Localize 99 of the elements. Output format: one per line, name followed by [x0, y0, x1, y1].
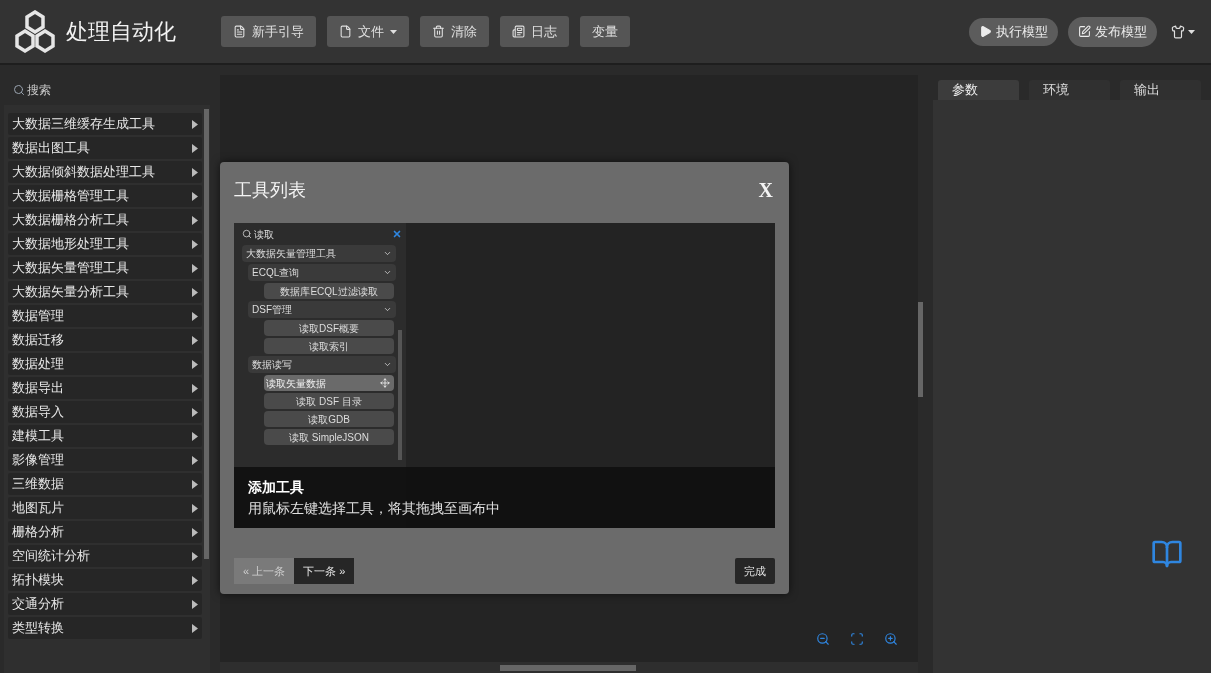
tool-category[interactable]: ECQL查询 — [248, 264, 396, 281]
category-item[interactable]: 栅格分析 — [8, 521, 202, 543]
caret-icon — [383, 249, 392, 258]
category-item[interactable]: 空间统计分析 — [8, 545, 202, 567]
action-button[interactable]: 发布模型 — [1068, 16, 1157, 47]
category-item[interactable]: 大数据矢量分析工具 — [8, 281, 202, 303]
caret-icon — [383, 305, 392, 314]
toolbar-button[interactable]: 日志 — [500, 16, 569, 47]
expand-arrow-icon — [192, 503, 198, 513]
expand-arrow-icon — [192, 287, 198, 297]
splitter-handle[interactable] — [918, 301, 923, 397]
document-icon — [233, 25, 246, 38]
expand-arrow-icon — [192, 551, 198, 561]
expand-arrow-icon — [192, 359, 198, 369]
expand-arrow-icon — [192, 215, 198, 225]
caret-icon — [383, 268, 392, 277]
log-icon — [512, 25, 525, 38]
category-item[interactable]: 地图瓦片 — [8, 497, 202, 519]
expand-arrow-icon — [192, 263, 198, 273]
toolbar-button[interactable]: 文件 — [327, 16, 409, 47]
caption-text: 用鼠标左键选择工具，将其拖拽至画布中 — [248, 498, 501, 518]
tool-item[interactable]: 读取索引 — [264, 338, 394, 354]
category-item[interactable]: 数据迁移 — [8, 329, 202, 351]
expand-arrow-icon — [192, 167, 198, 177]
tool-category[interactable]: DSF管理 — [248, 301, 396, 318]
tool-item[interactable]: 读取GDB — [264, 411, 394, 427]
trash-icon — [432, 25, 445, 38]
tool-item[interactable]: 读取 DSF 目录 — [264, 393, 394, 409]
expand-arrow-icon — [192, 479, 198, 489]
expand-arrow-icon — [192, 527, 198, 537]
category-item[interactable]: 大数据三维缓存生成工具 — [8, 113, 202, 135]
expand-arrow-icon — [192, 383, 198, 393]
action-button[interactable]: 执行模型 — [969, 17, 1058, 46]
clear-icon[interactable] — [392, 229, 402, 239]
category-item[interactable]: 建模工具 — [8, 425, 202, 447]
fit-view-icon[interactable] — [850, 632, 864, 646]
tool-item[interactable]: 数据库ECQL过滤读取 — [264, 283, 394, 299]
category-item[interactable]: 数据处理 — [8, 353, 202, 375]
caret-icon — [1188, 29, 1195, 34]
expand-arrow-icon — [192, 143, 198, 153]
toolbar-button[interactable]: 新手引导 — [221, 16, 316, 47]
category-item[interactable]: 大数据地形处理工具 — [8, 233, 202, 255]
category-item[interactable]: 影像管理 — [8, 449, 202, 471]
book-icon[interactable] — [1151, 538, 1183, 570]
app-title: 处理自动化 — [66, 18, 177, 46]
search-field[interactable]: 读取 — [254, 226, 390, 242]
play-icon — [979, 25, 992, 38]
panel-tab[interactable]: 参数 — [938, 80, 1019, 100]
category-item[interactable]: 三维数据 — [8, 473, 202, 495]
hexagon-logo-icon — [12, 9, 58, 54]
move-cursor-icon — [380, 378, 390, 388]
category-item[interactable]: 交通分析 — [8, 593, 202, 615]
done-button[interactable]: 完成 — [735, 558, 775, 584]
close-button[interactable]: X — [756, 175, 775, 205]
caret-icon — [383, 360, 392, 369]
tool-item[interactable]: 读取DSF概要 — [264, 320, 394, 336]
search-field[interactable]: 搜索 — [27, 81, 177, 99]
panel-tab[interactable]: 输出 — [1120, 80, 1201, 100]
category-item[interactable]: 数据导入 — [8, 401, 202, 423]
expand-arrow-icon — [192, 623, 198, 633]
zoom-in-icon[interactable] — [884, 632, 898, 646]
expand-arrow-icon — [192, 575, 198, 585]
expand-arrow-icon — [192, 335, 198, 345]
category-item[interactable]: 大数据栅格分析工具 — [8, 209, 202, 231]
expand-arrow-icon — [192, 119, 198, 129]
search-icon — [13, 84, 25, 96]
toolbar-button[interactable]: 清除 — [420, 16, 489, 47]
expand-arrow-icon — [192, 455, 198, 465]
scrollbar[interactable] — [204, 109, 209, 559]
category-item[interactable]: 数据导出 — [8, 377, 202, 399]
panel-tab[interactable]: 环境 — [1029, 80, 1110, 100]
scrollbar[interactable] — [500, 664, 636, 671]
tool-item[interactable]: 读取 SimpleJSON — [264, 429, 394, 445]
dialog-title: 工具列表 — [234, 178, 306, 202]
tool-item[interactable]: 读取矢量数据 — [264, 375, 394, 391]
expand-arrow-icon — [192, 407, 198, 417]
category-item[interactable]: 拓扑模块 — [8, 569, 202, 591]
category-item[interactable]: 大数据栅格管理工具 — [8, 185, 202, 207]
shirt-icon — [1171, 24, 1185, 39]
scrollbar[interactable] — [398, 330, 402, 460]
expand-arrow-icon — [192, 191, 198, 201]
expand-arrow-icon — [192, 239, 198, 249]
category-item[interactable]: 类型转换 — [8, 617, 202, 639]
expand-arrow-icon — [192, 599, 198, 609]
tool-category[interactable]: 数据读写 — [248, 356, 396, 373]
zoom-out-icon[interactable] — [816, 632, 830, 646]
category-item[interactable]: 大数据矢量管理工具 — [8, 257, 202, 279]
expand-arrow-icon — [192, 431, 198, 441]
category-item[interactable]: 数据出图工具 — [8, 137, 202, 159]
caption-title: 添加工具 — [248, 478, 305, 497]
category-item[interactable]: 大数据倾斜数据处理工具 — [8, 161, 202, 183]
file-icon — [339, 25, 352, 38]
tool-category[interactable]: 大数据矢量管理工具 — [242, 245, 396, 262]
search-icon — [242, 229, 252, 239]
category-item[interactable]: 数据管理 — [8, 305, 202, 327]
edit-icon — [1078, 25, 1091, 38]
expand-arrow-icon — [192, 311, 198, 321]
next-button[interactable]: 下一条 » — [294, 558, 355, 584]
toolbar-button[interactable]: 变量 — [580, 16, 630, 47]
